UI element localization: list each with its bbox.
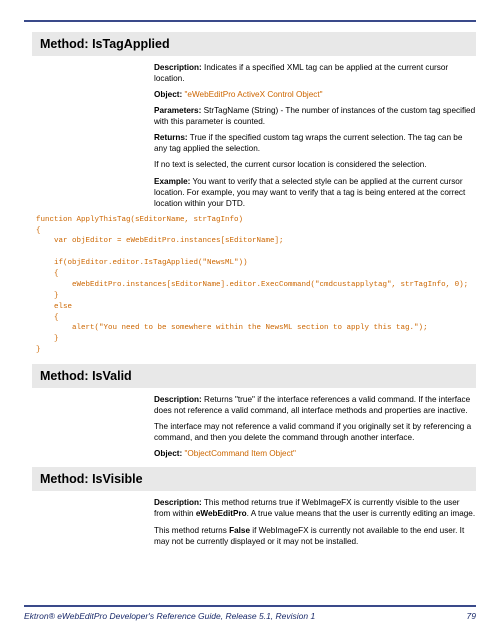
desc-label-3: Description:	[154, 498, 202, 507]
desc-text-2: Returns "true" if the interface referenc…	[154, 395, 470, 415]
returns-text: True if the specified custom tag wraps t…	[154, 133, 462, 153]
footer-title: Ektron® eWebEditPro Developer's Referenc…	[24, 611, 315, 621]
desc-label: Description:	[154, 63, 202, 72]
page-footer: Ektron® eWebEditPro Developer's Referenc…	[24, 605, 476, 621]
method-content-isvisible: Description: This method returns true if…	[154, 497, 476, 546]
code-block-istagapplied: function ApplyThisTag(sEditorName, strTa…	[36, 215, 476, 356]
top-rule	[24, 20, 476, 22]
object-link[interactable]: "eWebEditPro ActiveX Control Object"	[182, 90, 322, 99]
desc-p-3: Description: This method returns true if…	[154, 497, 476, 519]
desc-label-2: Description:	[154, 395, 202, 404]
returns-label: Returns:	[154, 133, 188, 142]
method-header-isvisible: Method: IsVisible	[32, 467, 476, 491]
object-label-2: Object:	[154, 449, 182, 458]
params-text: StrTagName (String) - The number of inst…	[154, 106, 475, 126]
footer-page-number: 79	[467, 611, 476, 621]
plain-text: If no text is selected, the current curs…	[154, 159, 476, 170]
object-label: Object:	[154, 90, 182, 99]
method-header-istagapplied: Method: IsTagApplied	[32, 32, 476, 56]
object-link-2[interactable]: "ObjectCommand Item Object"	[182, 449, 296, 458]
example-label: Example:	[154, 177, 190, 186]
plain-text-3: This method returns False if WebImageFX …	[154, 525, 476, 547]
params-label: Parameters:	[154, 106, 201, 115]
method-content-istagapplied: Description: Indicates if a specified XM…	[154, 62, 476, 209]
desc-text-3: This method returns true if WebImageFX i…	[154, 498, 475, 518]
example-text: You want to verify that a selected style…	[154, 177, 465, 208]
plain-text-2: The interface may not reference a valid …	[154, 421, 476, 443]
method-content-isvalid: Description: Returns "true" if the inter…	[154, 394, 476, 459]
method-header-isvalid: Method: IsValid	[32, 364, 476, 388]
